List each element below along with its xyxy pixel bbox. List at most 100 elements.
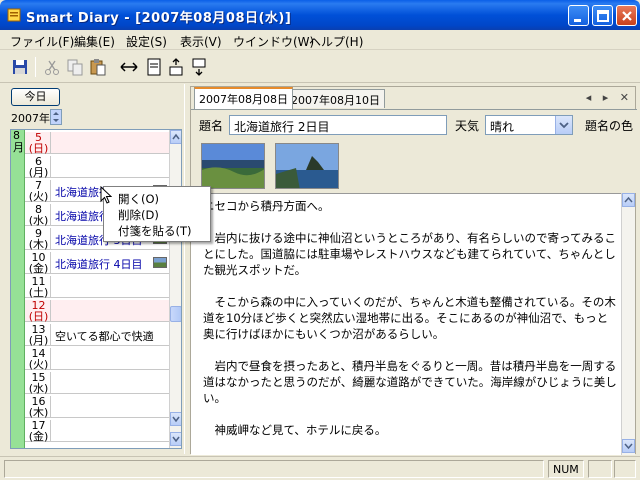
copy-icon[interactable] bbox=[66, 58, 84, 76]
scroll-down-button[interactable] bbox=[170, 412, 181, 426]
menu-settings[interactable]: 設定(S) bbox=[126, 33, 167, 50]
day-number: 5 (日) bbox=[27, 132, 51, 154]
day-row[interactable]: 16 (木) bbox=[25, 396, 171, 418]
menu-window[interactable]: ウインドウ(W) bbox=[233, 33, 314, 50]
day-number: 13 (月) bbox=[27, 324, 51, 346]
body-paragraph: 岩内で昼食を摂ったあと、積丹半島をぐるりと一周。昔は積丹半島を一周する道はなかっ… bbox=[203, 359, 617, 405]
day-row[interactable]: 14 (火) bbox=[25, 348, 171, 370]
scroll-thumb[interactable] bbox=[170, 306, 181, 322]
diary-pane: 2007年08月08日 2007年08月10日 ◂ ▸ ✕ 題名 北海道旅行 2… bbox=[190, 86, 637, 455]
day-number: 15 (水) bbox=[27, 372, 51, 394]
title-color-label: 題名の色 bbox=[585, 119, 634, 133]
title-bar[interactable]: Smart Diary - [2007年08月08日(水)] bbox=[0, 0, 640, 30]
today-button[interactable]: 今日 bbox=[11, 88, 60, 106]
photo-thumbnail[interactable] bbox=[275, 143, 339, 189]
calendar-pane: 今日 2007年 8月 5 (日) 6 (月) 7 (火) 北海道旅行 1日目 8 (水) 北海道… bbox=[0, 84, 184, 454]
weather-dropdown-button[interactable] bbox=[555, 116, 572, 134]
day-number: 16 (木) bbox=[27, 396, 51, 418]
calendar-scrollbar[interactable] bbox=[169, 130, 181, 448]
photo-strip bbox=[191, 137, 637, 193]
arrows-icon[interactable] bbox=[120, 58, 138, 76]
day-number: 12 (日) bbox=[27, 300, 51, 322]
scroll-up-button[interactable] bbox=[622, 193, 635, 207]
tab-2007-08-10[interactable]: 2007年08月10日 bbox=[286, 89, 385, 108]
weather-value: 晴れ bbox=[490, 120, 515, 134]
day-row[interactable]: 13 (月) 空いてる都心で快適 bbox=[25, 324, 171, 346]
insert-below-icon[interactable] bbox=[190, 58, 208, 76]
cut-icon[interactable] bbox=[43, 58, 61, 76]
day-weekday: (金) bbox=[28, 430, 49, 443]
context-open[interactable]: 開く(O) bbox=[118, 191, 159, 207]
save-icon[interactable] bbox=[11, 58, 29, 76]
spin-arrows-icon bbox=[53, 112, 59, 122]
status-num: NUM bbox=[548, 460, 584, 478]
title-input[interactable]: 北海道旅行 2日目 bbox=[229, 115, 447, 135]
day-number: 11 (土) bbox=[27, 276, 51, 298]
menu-edit[interactable]: 編集(E) bbox=[74, 33, 115, 50]
day-weekday: (水) bbox=[28, 214, 49, 227]
day-weekday: (日) bbox=[28, 142, 49, 155]
chevron-up-icon bbox=[624, 196, 633, 203]
scroll-down-button-2[interactable] bbox=[170, 432, 181, 446]
day-weekday: (金) bbox=[28, 262, 49, 275]
scroll-up-button[interactable] bbox=[170, 130, 181, 144]
day-number: 14 (火) bbox=[27, 348, 51, 370]
month-label: 8月 bbox=[13, 129, 24, 154]
status-panel bbox=[614, 460, 636, 478]
status-panel bbox=[588, 460, 612, 478]
day-number: 9 (木) bbox=[27, 228, 51, 250]
toolbar-separator bbox=[35, 57, 36, 77]
body-paragraph: 神威岬など見て、ホテルに戻る。 bbox=[203, 423, 387, 437]
tab-strip: 2007年08月08日 2007年08月10日 ◂ ▸ ✕ bbox=[191, 87, 637, 109]
day-row[interactable]: 6 (月) bbox=[25, 156, 171, 178]
day-weekday: (木) bbox=[28, 406, 49, 419]
image-icon bbox=[153, 257, 167, 268]
day-row[interactable]: 12 (日) bbox=[25, 300, 171, 322]
context-delete[interactable]: 削除(D) bbox=[118, 207, 159, 223]
body-paragraph: そこから森の中に入っていくのだが、ちゃんと木道も整備されている。その木道を10分… bbox=[203, 295, 616, 341]
menu-view[interactable]: 表示(V) bbox=[180, 33, 222, 50]
app-icon[interactable] bbox=[6, 7, 22, 23]
context-menu: 開く(O) 削除(D) 付箋を貼る(T) bbox=[103, 186, 211, 242]
maximize-button[interactable] bbox=[592, 5, 613, 26]
scroll-down-button[interactable] bbox=[622, 439, 635, 453]
tab-2007-08-08[interactable]: 2007年08月08日 bbox=[194, 87, 293, 109]
body-paragraph: 岩内に抜ける途中に神仙沼というところがあり、有名らしいので寄ってみることにした。… bbox=[203, 231, 616, 277]
day-weekday: (木) bbox=[28, 238, 49, 251]
paste-icon[interactable] bbox=[89, 58, 107, 76]
day-row[interactable]: 17 (金) bbox=[25, 420, 171, 442]
menu-help[interactable]: ヘルプ(H) bbox=[309, 33, 363, 50]
status-bar: NUM bbox=[0, 456, 640, 480]
day-entry-title[interactable]: 空いてる都心で快適 bbox=[55, 328, 154, 344]
day-entry-title[interactable]: 北海道旅行 4日目 bbox=[55, 256, 143, 272]
chevron-down-icon bbox=[172, 416, 180, 423]
tab-nav-icons[interactable]: ◂ ▸ ✕ bbox=[586, 91, 633, 104]
day-weekday: (月) bbox=[28, 166, 49, 179]
year-spinner[interactable] bbox=[50, 109, 62, 125]
chevron-down-icon bbox=[172, 436, 180, 443]
day-row[interactable]: 5 (日) bbox=[25, 132, 171, 154]
minimize-button[interactable] bbox=[568, 5, 589, 26]
close-button[interactable] bbox=[616, 5, 637, 26]
day-row[interactable]: 11 (土) bbox=[25, 276, 171, 298]
context-sticky-note[interactable]: 付箋を貼る(T) bbox=[118, 223, 192, 239]
diary-body[interactable]: ニセコから積丹方面へ。 岩内に抜ける途中に神仙沼というところがあり、有名らしいの… bbox=[191, 193, 623, 455]
month-column: 8月 bbox=[11, 130, 25, 448]
day-list[interactable]: 8月 5 (日) 6 (月) 7 (火) 北海道旅行 1日目 8 (水) 北海道旅行 2日目 9 (木… bbox=[10, 129, 182, 449]
day-number: 8 (水) bbox=[27, 204, 51, 226]
body-scrollbar[interactable] bbox=[621, 193, 635, 455]
day-row[interactable]: 15 (水) bbox=[25, 372, 171, 394]
page-icon[interactable] bbox=[145, 58, 163, 76]
day-weekday: (水) bbox=[28, 382, 49, 395]
day-row[interactable]: 10 (金) 北海道旅行 4日目 bbox=[25, 252, 171, 274]
menu-file[interactable]: ファイル(F) bbox=[10, 33, 74, 50]
insert-above-icon[interactable] bbox=[167, 58, 185, 76]
day-weekday: (日) bbox=[28, 310, 49, 323]
day-weekday: (土) bbox=[28, 286, 49, 299]
body-paragraph: ニセコから積丹方面へ。 bbox=[203, 199, 330, 213]
mouse-cursor-icon bbox=[100, 186, 112, 204]
day-weekday: (火) bbox=[28, 358, 49, 371]
photo-thumbnail[interactable] bbox=[201, 143, 265, 189]
weather-select[interactable]: 晴れ bbox=[485, 115, 573, 135]
day-number: 17 (金) bbox=[27, 420, 51, 442]
